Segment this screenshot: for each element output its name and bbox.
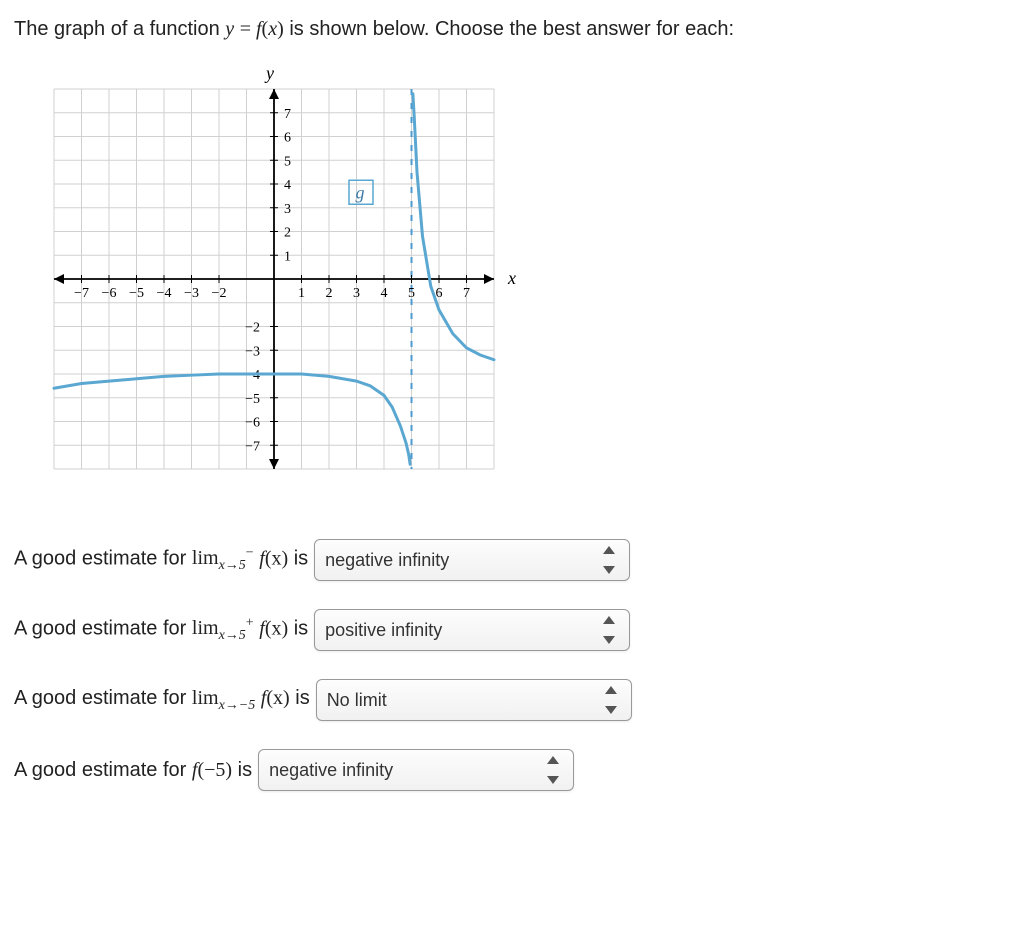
x-tick-label: 5 bbox=[408, 286, 415, 301]
y-tick-label: 2 bbox=[284, 226, 291, 241]
answer-select-3[interactable]: negative infinity bbox=[258, 749, 574, 791]
question-intro: The graph of a function y = f(x) is show… bbox=[14, 18, 1010, 41]
stepper-icon bbox=[547, 756, 567, 784]
question-row-2: A good estimate for limx→−5 f(x) is No l… bbox=[14, 679, 1010, 721]
y-tick-label: −6 bbox=[245, 416, 260, 431]
answer-select-1[interactable]: positive infinity bbox=[314, 609, 630, 651]
intro-post: is shown below. Choose the best answer f… bbox=[289, 18, 734, 40]
intro-eq: = bbox=[240, 18, 256, 40]
x-tick-label: 3 bbox=[353, 286, 360, 301]
answer-select-2[interactable]: No limit bbox=[316, 679, 632, 721]
x-tick-label: −5 bbox=[129, 286, 144, 301]
question-text: A good estimate for limx→5− f(x) is bbox=[14, 546, 308, 575]
x-tick-label: 7 bbox=[463, 286, 470, 301]
y-tick-label: 1 bbox=[284, 249, 291, 264]
x-tick-label: −2 bbox=[212, 286, 227, 301]
answer-value: negative infinity bbox=[325, 550, 449, 571]
question-row-1: A good estimate for limx→5+ f(x) is posi… bbox=[14, 609, 1010, 651]
x-tick-label: 2 bbox=[326, 286, 333, 301]
x-tick-label: −7 bbox=[74, 286, 89, 301]
curve-g_right bbox=[413, 94, 494, 360]
curve-label: g bbox=[356, 182, 365, 202]
y-axis-label: y bbox=[264, 63, 274, 83]
x-tick-label: −4 bbox=[157, 286, 172, 301]
x-tick-label: −3 bbox=[184, 286, 199, 301]
y-tick-label: −3 bbox=[245, 344, 260, 359]
intro-pre: The graph of a function bbox=[14, 18, 225, 40]
answer-value: positive infinity bbox=[325, 620, 442, 641]
y-tick-label: 6 bbox=[284, 131, 291, 146]
stepper-icon bbox=[605, 686, 625, 714]
intro-y: y bbox=[225, 18, 234, 40]
x-tick-label: 4 bbox=[381, 286, 388, 301]
answer-value: negative infinity bbox=[269, 760, 393, 781]
intro-close: ) bbox=[277, 18, 284, 40]
y-tick-label: 7 bbox=[284, 107, 291, 122]
stepper-icon bbox=[603, 616, 623, 644]
answer-value: No limit bbox=[327, 690, 387, 711]
x-axis-label: x bbox=[507, 268, 516, 288]
question-row-3: A good estimate for f(−5) is negative in… bbox=[14, 749, 1010, 791]
intro-x: x bbox=[268, 18, 277, 40]
x-tick-label: 1 bbox=[298, 286, 305, 301]
stepper-icon bbox=[603, 546, 623, 574]
question-text: A good estimate for limx→5+ f(x) is bbox=[14, 616, 308, 645]
question-row-0: A good estimate for limx→5− f(x) is nega… bbox=[14, 539, 1010, 581]
y-tick-label: 3 bbox=[284, 202, 291, 217]
function-graph: −7−6−5−4−3−21234567−7−6−5−4−3−21234567xy… bbox=[14, 59, 534, 499]
y-tick-label: 5 bbox=[284, 154, 291, 169]
y-tick-label: −5 bbox=[245, 392, 260, 407]
answer-select-0[interactable]: negative infinity bbox=[314, 539, 630, 581]
question-text: A good estimate for limx→−5 f(x) is bbox=[14, 687, 310, 714]
y-tick-label: 4 bbox=[284, 178, 291, 193]
y-tick-label: −7 bbox=[245, 439, 260, 454]
question-text: A good estimate for f(−5) is bbox=[14, 759, 252, 782]
x-tick-label: −6 bbox=[102, 286, 117, 301]
y-tick-label: −2 bbox=[245, 321, 260, 336]
